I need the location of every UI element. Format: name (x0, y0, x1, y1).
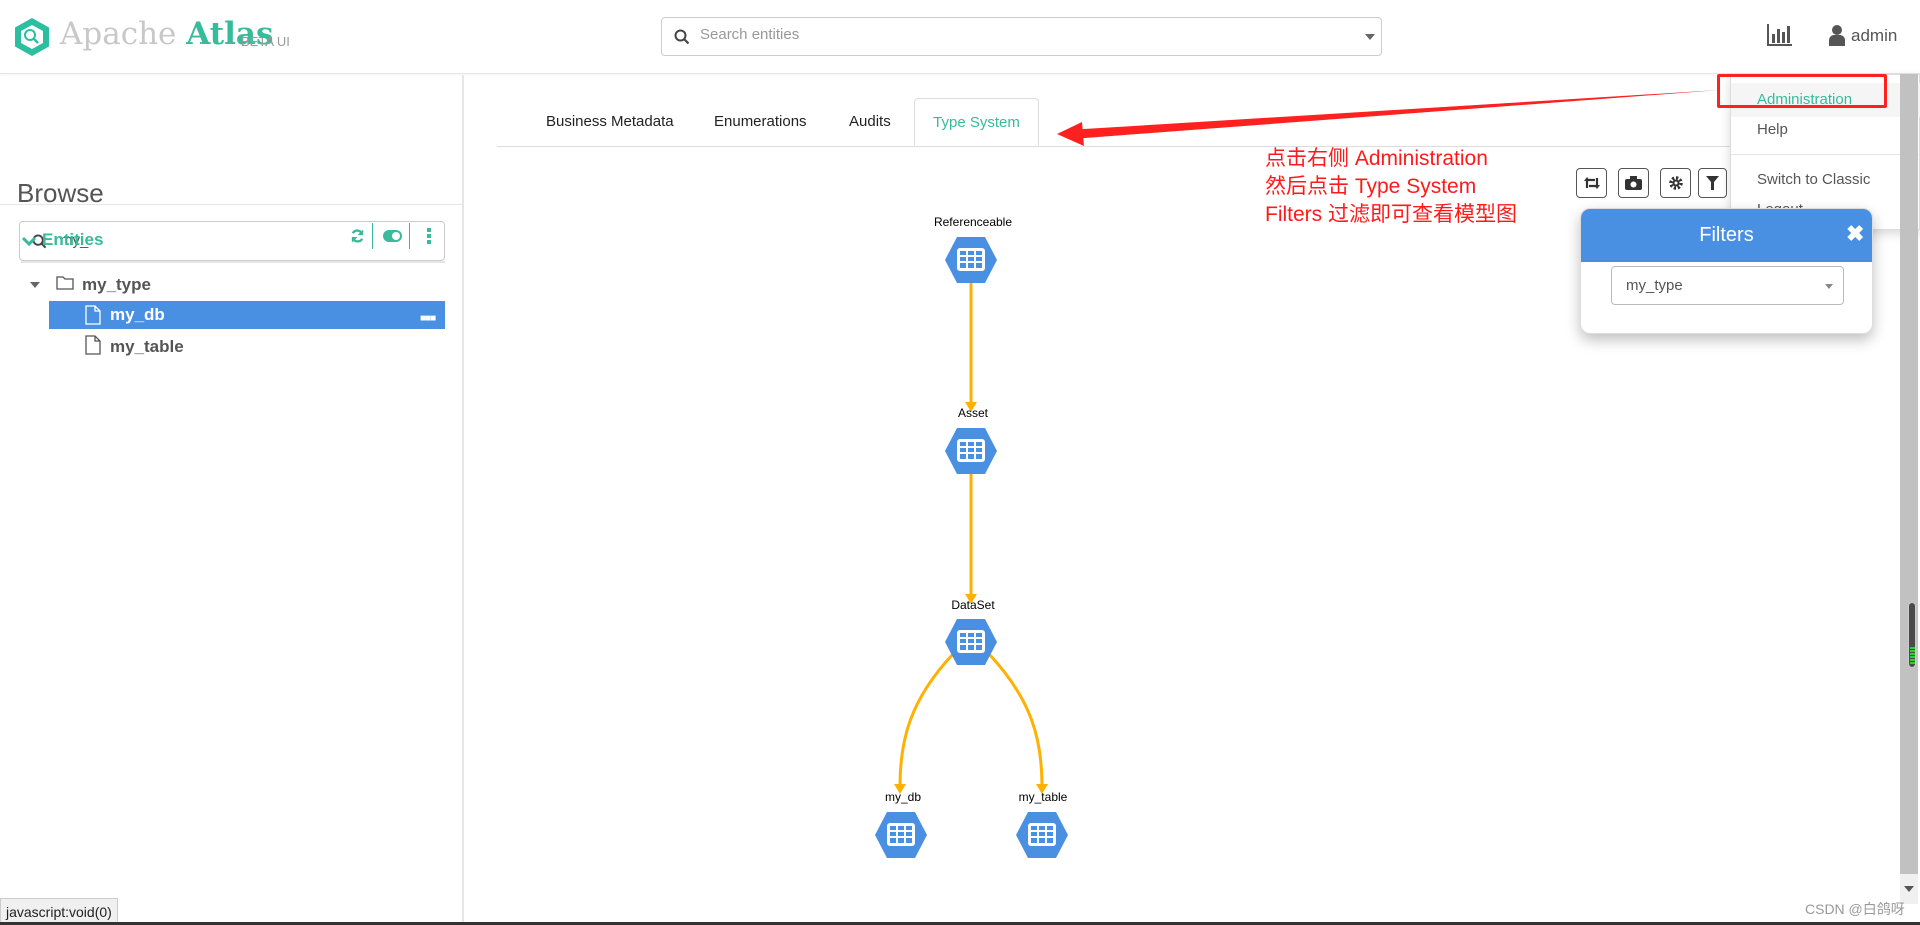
menu-item-switch-to-classic[interactable]: Switch to Classic (1757, 171, 1870, 188)
annotation-highlight-box (1717, 74, 1887, 108)
type-filter-select[interactable]: my_type (1611, 266, 1844, 305)
status-bar-url: javascript:void(0) (0, 898, 118, 925)
chevron-down-icon (1825, 284, 1833, 289)
node-label: Referenceable (934, 215, 1012, 229)
menu-item-help[interactable]: Help (1757, 121, 1788, 138)
node-dataset[interactable] (945, 619, 997, 665)
close-icon[interactable]: ✖ (1846, 221, 1864, 247)
node-referenceable[interactable] (945, 237, 997, 283)
node-my-table[interactable] (1016, 812, 1068, 858)
filters-title: Filters (1581, 209, 1872, 262)
divider (1731, 154, 1920, 155)
scrollbar-thumb[interactable] (1908, 602, 1916, 668)
filters-panel: Filters ✖ my_type (1580, 208, 1873, 334)
annotation-arrowhead (1057, 122, 1084, 146)
node-label: Asset (958, 406, 989, 420)
grip-icon (1910, 647, 1915, 665)
annotation-arrow (1068, 90, 1720, 139)
node-label: my_db (885, 790, 921, 804)
node-label: my_table (1019, 790, 1068, 804)
edge-dataset-my-db (898, 652, 955, 787)
node-asset[interactable] (945, 428, 997, 474)
type-system-graph: Referenceable Asset DataSet my_db my_tab… (875, 90, 1720, 858)
node-label: DataSet (951, 598, 995, 612)
type-filter-value: my_type (1626, 277, 1683, 294)
scroll-down-arrow-icon (1904, 886, 1914, 892)
node-my-db[interactable] (875, 812, 927, 858)
watermark: CSDN @白鸽呀 (1805, 901, 1905, 917)
edge-dataset-my-table (987, 652, 1044, 787)
vertical-scrollbar[interactable] (1900, 74, 1918, 904)
